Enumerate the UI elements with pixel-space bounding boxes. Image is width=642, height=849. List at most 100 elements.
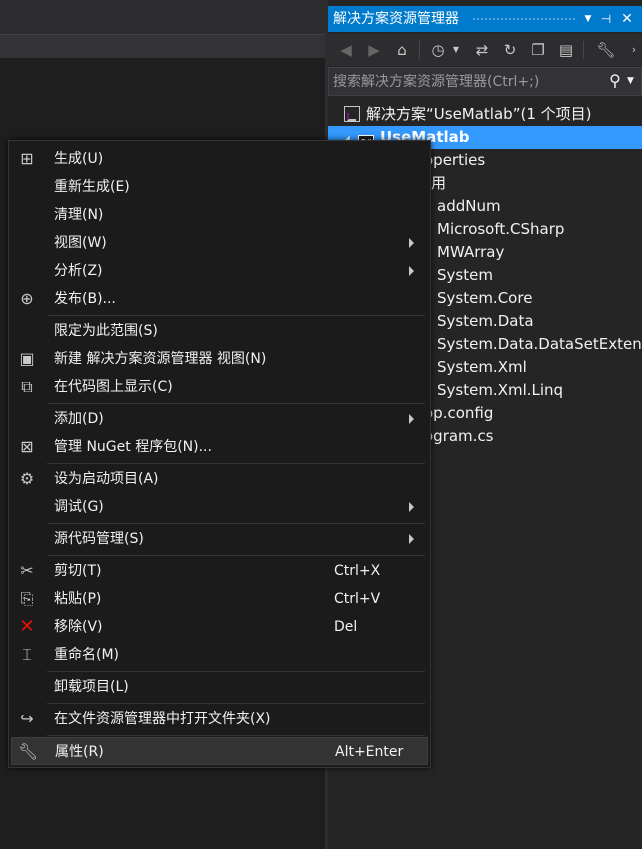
paste-icon: ⎘: [20, 589, 34, 608]
toolbar-separator: [419, 41, 420, 59]
project-context-menu: ⊞ 生成(U) 重新生成(E) 清理(N) 视图(W) 分析(Z) ⊕ 发布(B…: [8, 140, 431, 768]
tree-item-label: 用: [431, 174, 447, 192]
menu-item-open-folder-in-explorer[interactable]: ↪ 在文件资源管理器中打开文件夹(X): [11, 705, 428, 733]
menu-item-shortcut: Ctrl+V: [334, 591, 381, 607]
submenu-arrow-icon: [409, 414, 414, 424]
menu-item-label: 移除(V): [54, 619, 103, 635]
search-input[interactable]: [333, 71, 595, 92]
menu-item-label: 源代码管理(S): [54, 531, 144, 547]
editor-tab-well: [0, 34, 325, 58]
menu-item-unload-project[interactable]: 卸载项目(L): [11, 673, 428, 701]
menu-item-show-on-code-map[interactable]: ⧉ 在代码图上显示(C): [11, 373, 428, 401]
menu-separator: [47, 463, 425, 464]
solution-explorer-toolbar: ◀ ▶ ⌂ ◷ ▼ ⇄ ↻ ❐ ▤ 🔧︎ ›: [328, 34, 642, 66]
menu-item-label: 粘贴(P): [54, 591, 102, 607]
refresh-icon[interactable]: ↻: [500, 40, 520, 60]
menu-item-shortcut: Del: [334, 619, 358, 635]
submenu-arrow-icon: [409, 534, 414, 544]
open-folder-icon: ↪: [20, 709, 34, 728]
editor-tab-strip: [0, 0, 325, 34]
properties-wrench-icon[interactable]: 🔧︎: [596, 40, 616, 60]
pin-icon[interactable]: ⊣: [598, 6, 614, 32]
menu-separator: [47, 671, 425, 672]
menu-item-label: 在文件资源管理器中打开文件夹(X): [54, 711, 271, 727]
menu-item-label: 限定为此范围(S): [54, 323, 158, 339]
tree-item-label: System.Xml: [437, 358, 527, 376]
show-all-files-icon[interactable]: ▤: [556, 40, 576, 60]
toolbar-overflow-icon[interactable]: ›: [624, 40, 642, 60]
menu-item-analyze[interactable]: 分析(Z): [11, 257, 428, 285]
menu-item-source-control[interactable]: 源代码管理(S): [11, 525, 428, 553]
title-grip: [472, 17, 576, 22]
submenu-arrow-icon: [409, 238, 414, 248]
sync-with-active-document-icon[interactable]: ⇄: [472, 40, 492, 60]
menu-item-publish[interactable]: ⊕ 发布(B)...: [11, 285, 428, 313]
menu-item-label: 剪切(T): [54, 563, 102, 579]
search-icon[interactable]: ⚲: [605, 71, 625, 91]
menu-item-paste[interactable]: ⎘ 粘贴(P) Ctrl+V: [11, 585, 428, 613]
remove-icon: ✕: [19, 616, 35, 637]
menu-item-cut[interactable]: ✂ 剪切(T) Ctrl+X: [11, 557, 428, 585]
collapse-all-icon[interactable]: ❐: [528, 40, 548, 60]
tree-item-label: System.Xml.Linq: [437, 381, 564, 399]
menu-item-manage-nuget[interactable]: ⊠ 管理 NuGet 程序包(N)...: [11, 433, 428, 461]
menu-separator: [47, 523, 425, 524]
tree-item-label: Microsoft.CSharp: [437, 220, 565, 238]
menu-item-label: 视图(W): [54, 235, 107, 251]
forward-icon[interactable]: ▶: [364, 40, 384, 60]
tree-item-label: System.Data: [437, 312, 534, 330]
menu-item-label: 新建 解决方案资源管理器 视图(N): [54, 351, 267, 367]
menu-item-label: 调试(G): [54, 499, 104, 515]
submenu-arrow-icon: [409, 266, 414, 276]
menu-item-label: 管理 NuGet 程序包(N)...: [54, 439, 212, 455]
menu-item-label: 发布(B)...: [54, 291, 116, 307]
build-icon: ⊞: [20, 149, 34, 168]
menu-item-view[interactable]: 视图(W): [11, 229, 428, 257]
menu-separator: [47, 555, 425, 556]
tree-item-label: System.Core: [437, 289, 533, 307]
tree-item-solution[interactable]: 解决方案“UseMatlab”(1 个项目): [328, 103, 642, 126]
tree-item-label: op.config: [424, 404, 494, 422]
menu-item-build[interactable]: ⊞ 生成(U): [11, 145, 428, 173]
menu-item-clean[interactable]: 清理(N): [11, 201, 428, 229]
menu-separator: [47, 735, 425, 736]
tree-item-label: System.Data.DataSetExtensions: [437, 335, 642, 353]
menu-item-shortcut: Alt+Enter: [335, 744, 404, 760]
menu-item-label: 在代码图上显示(C): [54, 379, 173, 395]
back-icon[interactable]: ◀: [336, 40, 356, 60]
search-options-dropdown-icon[interactable]: ▼: [627, 71, 639, 91]
menu-item-new-solution-explorer-view[interactable]: ▣ 新建 解决方案资源管理器 视图(N): [11, 345, 428, 373]
solution-explorer-title-bar[interactable]: 解决方案资源管理器 ▼ ⊣ ✕: [328, 6, 642, 32]
tree-item-label: 解决方案“UseMatlab”(1 个项目): [366, 105, 592, 123]
toolbar-separator: [583, 41, 584, 59]
chevron-down-icon[interactable]: ▼: [446, 40, 466, 60]
window-position-dropdown-icon[interactable]: ▼: [580, 6, 596, 32]
menu-item-label: 重命名(M): [54, 647, 120, 663]
scissors-icon: ✂: [20, 561, 34, 580]
menu-item-debug[interactable]: 调试(G): [11, 493, 428, 521]
home-icon[interactable]: ⌂: [392, 40, 412, 60]
pending-changes-filter-icon[interactable]: ◷: [428, 40, 448, 60]
menu-item-label: 重新生成(E): [54, 179, 130, 195]
menu-item-properties[interactable]: 🔧︎ 属性(R) Alt+Enter: [11, 737, 428, 765]
menu-item-label: 添加(D): [54, 411, 104, 427]
menu-item-shortcut: Ctrl+X: [334, 563, 381, 579]
ide-window: 解决方案资源管理器 ▼ ⊣ ✕ ◀ ▶ ⌂ ◷ ▼ ⇄ ↻ ❐ ▤ 🔧︎ › ⚲…: [0, 0, 642, 849]
menu-item-rename[interactable]: ⌶ 重命名(M): [11, 641, 428, 669]
menu-separator: [47, 703, 425, 704]
tree-item-label: addNum: [437, 197, 501, 215]
menu-item-label: 卸载项目(L): [54, 679, 129, 695]
menu-item-label: 生成(U): [54, 151, 104, 167]
menu-item-add[interactable]: 添加(D): [11, 405, 428, 433]
menu-item-label: 设为启动项目(A): [54, 471, 159, 487]
tree-item-label: System: [437, 266, 493, 284]
new-view-icon: ▣: [19, 349, 35, 368]
tree-item-label: ogram.cs: [424, 427, 494, 445]
menu-item-set-as-startup[interactable]: ⚙ 设为启动项目(A): [11, 465, 428, 493]
menu-item-scope-to-this[interactable]: 限定为此范围(S): [11, 317, 428, 345]
menu-item-rebuild[interactable]: 重新生成(E): [11, 173, 428, 201]
close-icon[interactable]: ✕: [619, 6, 635, 32]
menu-item-remove[interactable]: ✕ 移除(V) Del: [11, 613, 428, 641]
menu-separator: [47, 315, 425, 316]
menu-item-label: 分析(Z): [54, 263, 103, 279]
